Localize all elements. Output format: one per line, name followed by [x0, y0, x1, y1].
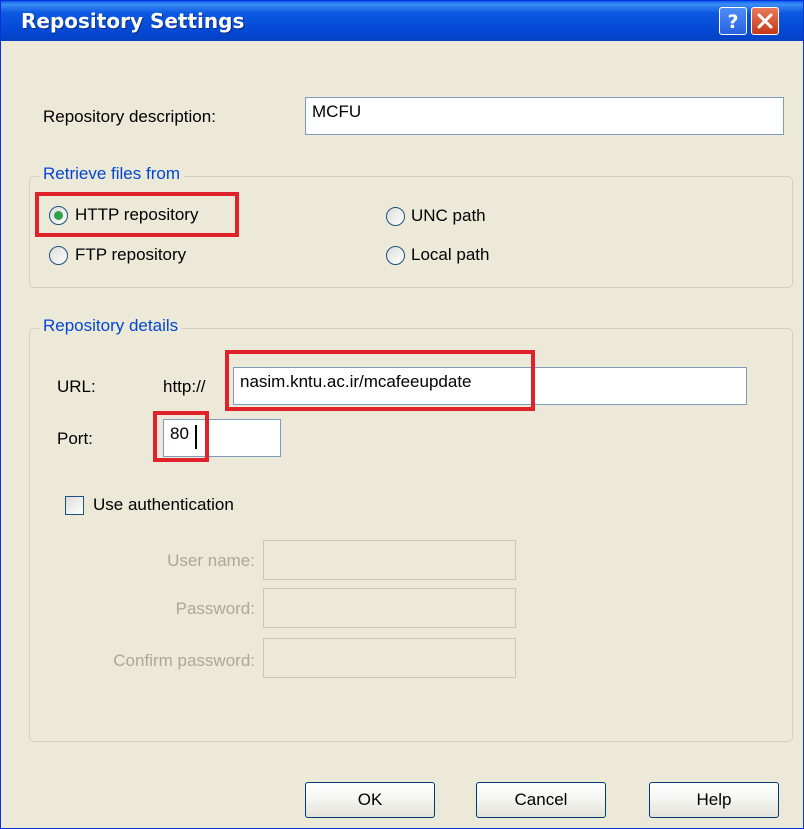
dialog-title: Repository Settings [21, 9, 245, 33]
unc-path-label[interactable]: UNC path [411, 206, 486, 226]
username-input[interactable] [263, 540, 516, 580]
retrieve-files-legend: Retrieve files from [39, 164, 184, 184]
http-highlight-box [35, 192, 239, 237]
username-label: User name: [167, 551, 255, 570]
help-question-icon[interactable]: ? [719, 7, 747, 35]
title-bar[interactable]: Repository Settings ? [1, 1, 803, 41]
port-highlight-box [153, 411, 209, 462]
url-highlight-box [225, 350, 535, 411]
repository-settings-dialog: Repository Settings ? Repository descrip… [0, 0, 804, 829]
cancel-button[interactable]: Cancel [476, 782, 606, 818]
local-path-label[interactable]: Local path [411, 245, 489, 265]
port-label: Port: [57, 429, 93, 448]
confirm-password-label: Confirm password: [113, 651, 255, 670]
ok-button[interactable]: OK [305, 782, 435, 818]
repository-description-label: Repository description: [43, 107, 216, 126]
password-input[interactable] [263, 588, 516, 628]
repository-details-legend: Repository details [39, 316, 183, 336]
unc-path-radio[interactable] [386, 207, 405, 226]
ftp-repository-radio[interactable] [49, 246, 68, 265]
repository-description-input[interactable]: MCFU [305, 97, 784, 135]
confirm-password-input[interactable] [263, 638, 516, 678]
password-label: Password: [175, 599, 255, 618]
use-authentication-checkbox[interactable] [65, 496, 84, 515]
url-prefix: http:// [163, 377, 206, 396]
url-label: URL: [57, 377, 96, 396]
help-button[interactable]: Help [649, 782, 779, 818]
svg-text:?: ? [727, 11, 738, 33]
use-authentication-label[interactable]: Use authentication [93, 495, 234, 515]
local-path-radio[interactable] [386, 246, 405, 265]
ftp-repository-label[interactable]: FTP repository [75, 245, 186, 265]
close-x-icon[interactable] [751, 7, 779, 35]
